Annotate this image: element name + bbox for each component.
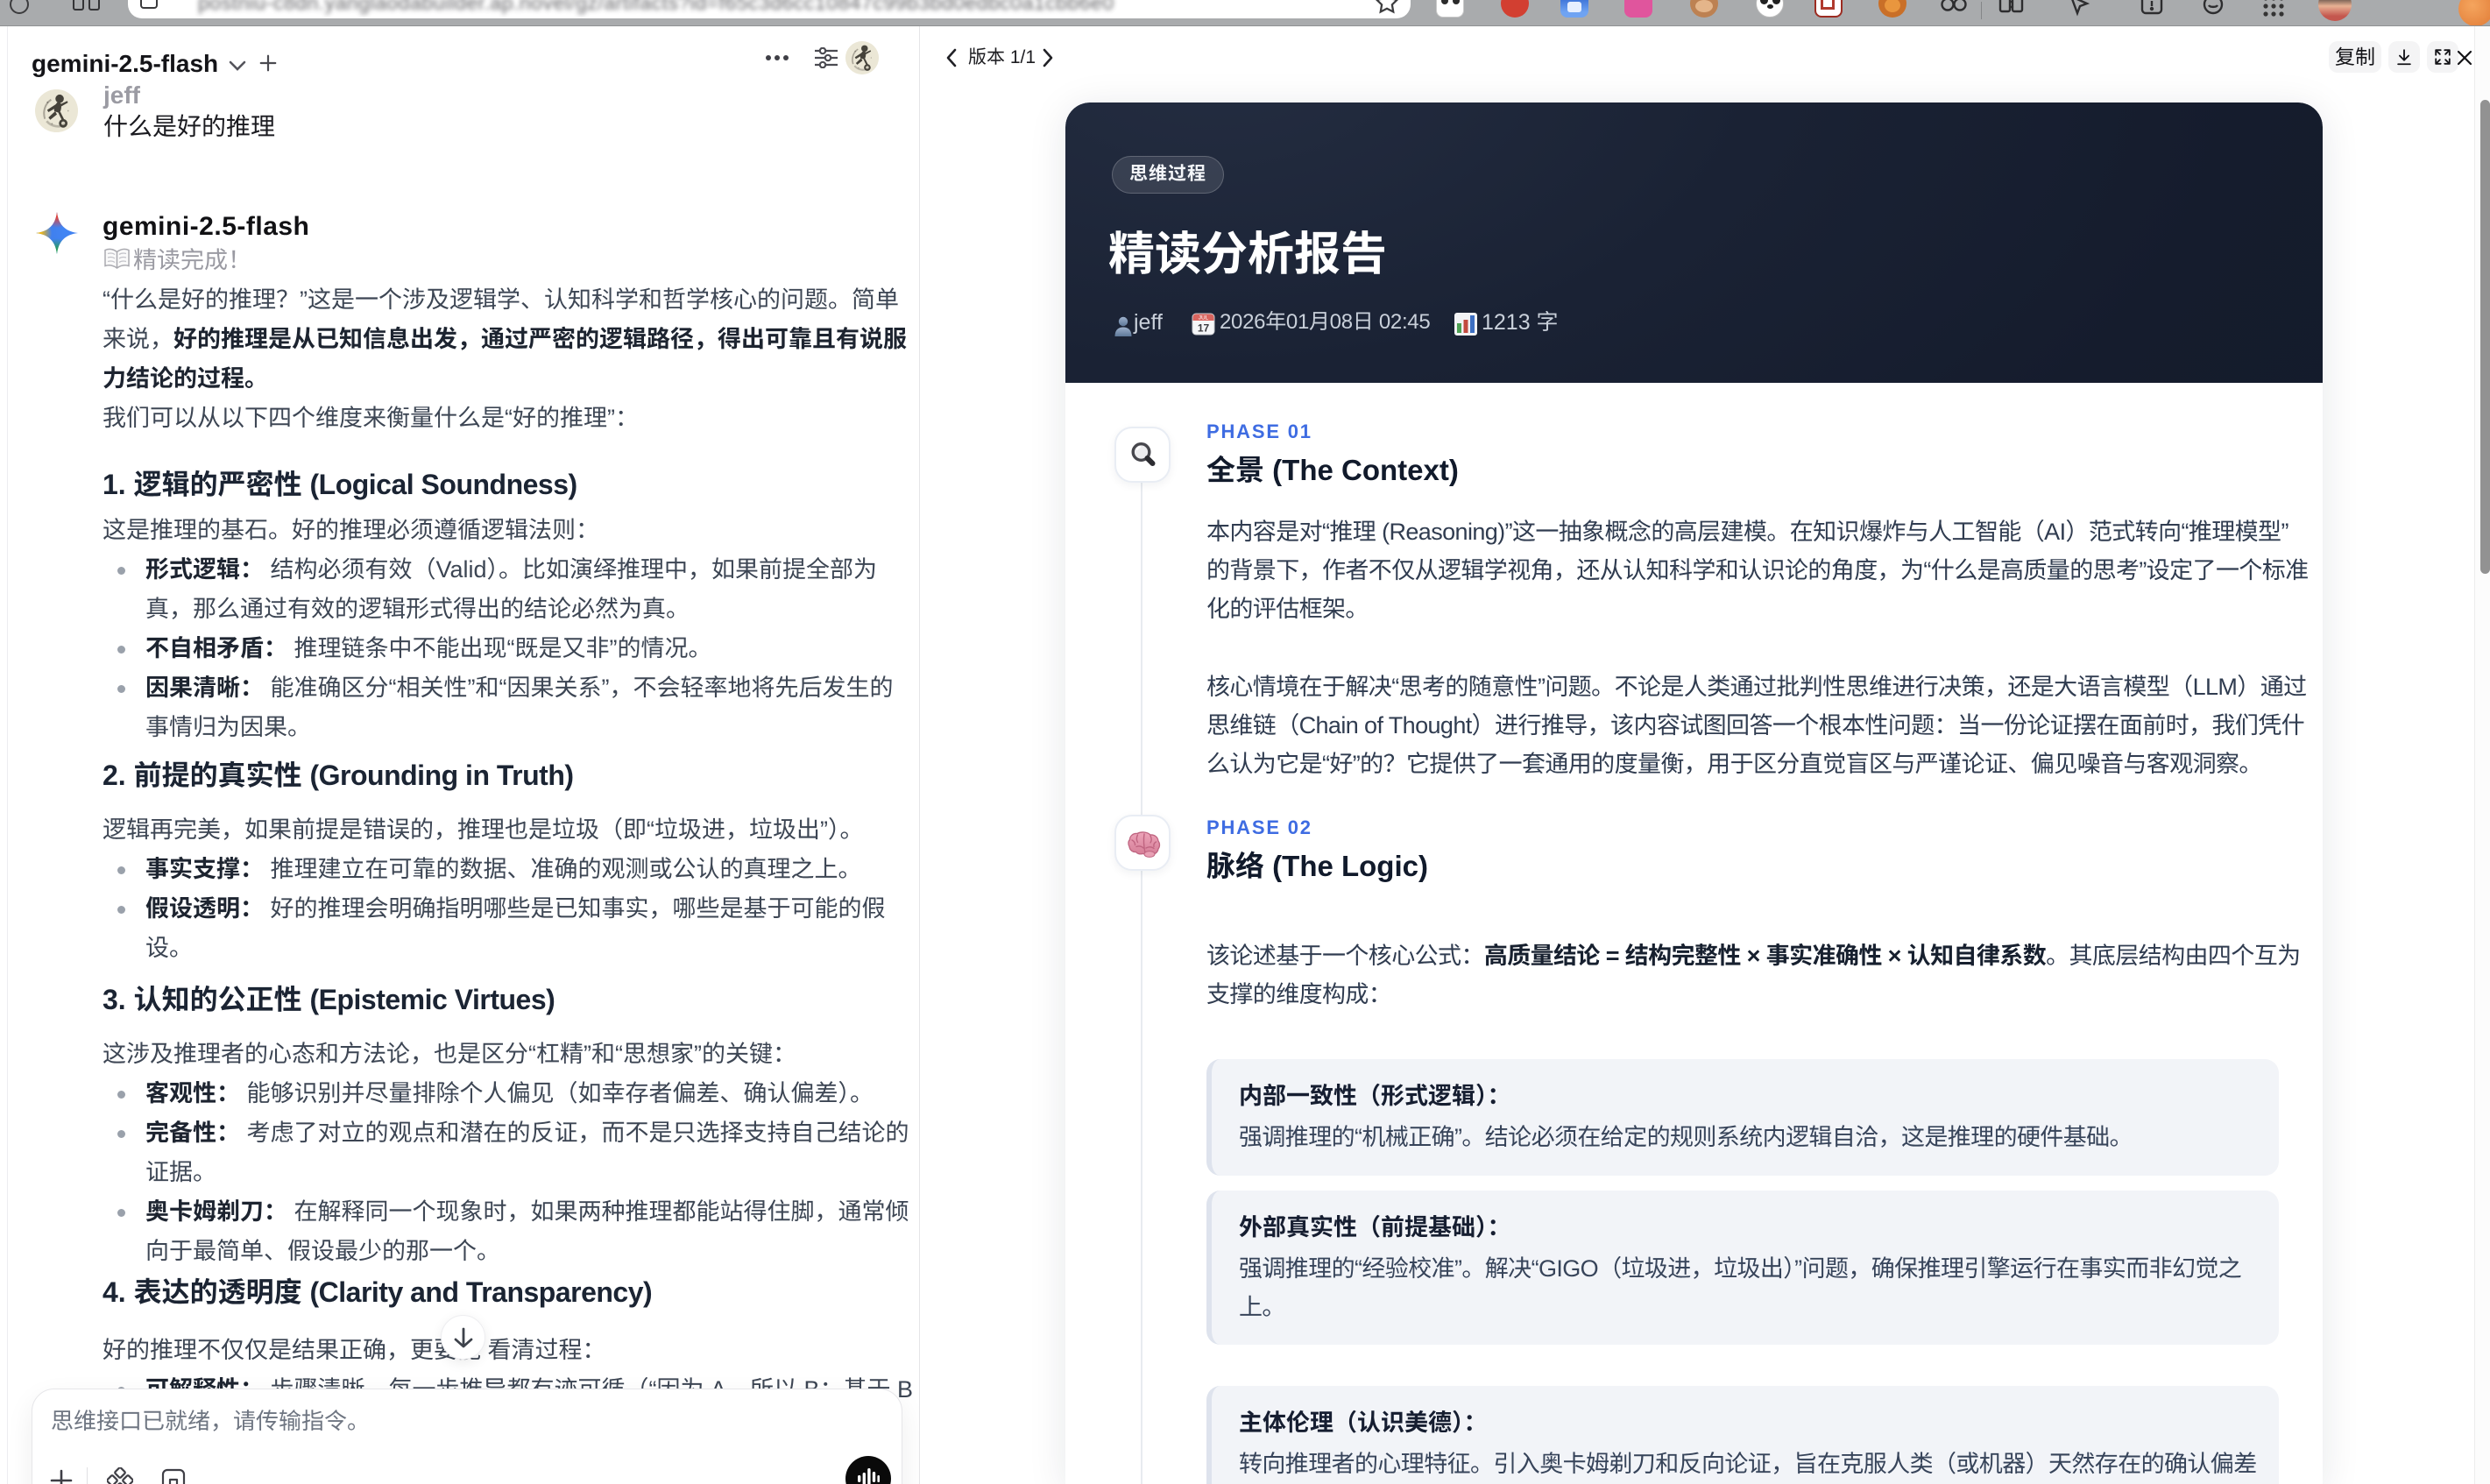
- svg-text:17: 17: [1198, 322, 1210, 335]
- svg-text:JUL: JUL: [1199, 315, 1209, 322]
